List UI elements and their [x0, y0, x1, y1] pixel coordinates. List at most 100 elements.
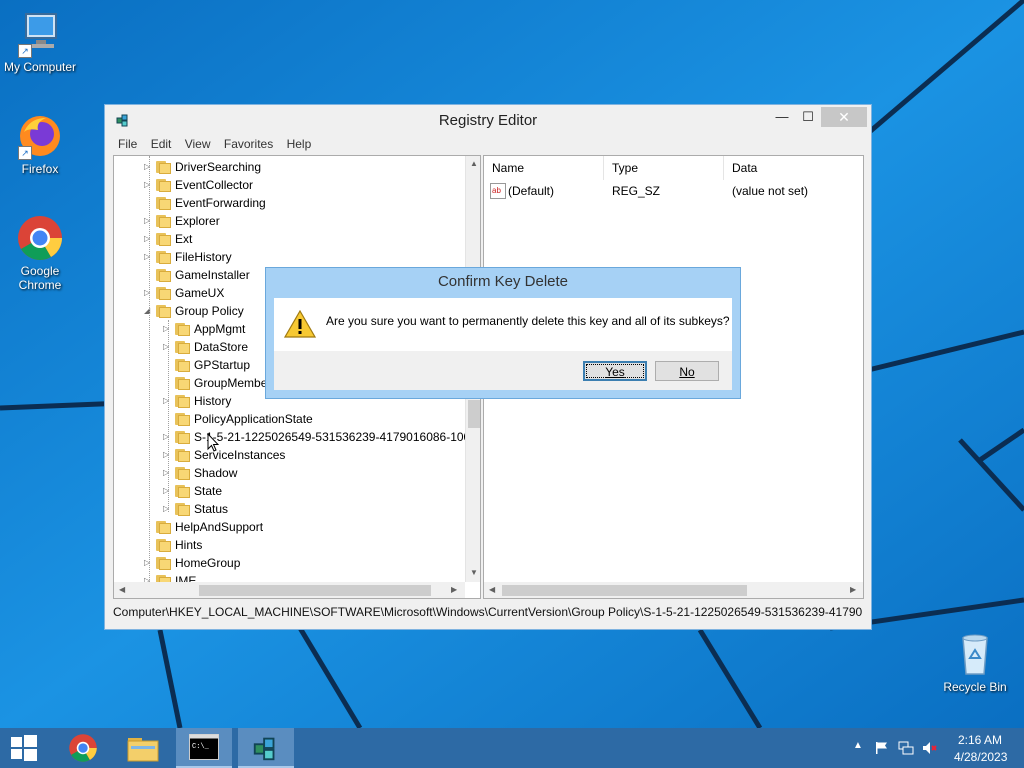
folder-icon: [156, 268, 172, 282]
taskbar: C:\_ ▲ 2:16 AM 4/28/2023: [0, 728, 1024, 768]
scroll-down-arrow-icon[interactable]: ▼: [470, 568, 478, 577]
mouse-cursor-icon: [207, 433, 219, 452]
folder-icon: [175, 466, 191, 480]
maximize-button[interactable]: ☐: [793, 107, 823, 127]
dialog-title: Confirm Key Delete: [437, 273, 569, 290]
yes-button-label: Yes: [605, 365, 625, 379]
chrome-icon: [16, 214, 64, 262]
windows-logo-icon: [11, 735, 37, 761]
folder-icon: [127, 738, 159, 762]
folder-icon: [156, 160, 172, 174]
close-button[interactable]: ✕: [821, 107, 867, 127]
svg-text:C:\_: C:\_: [192, 743, 210, 751]
firefox-icon: ↗: [16, 112, 64, 160]
folder-icon: [175, 502, 191, 516]
desktop-icon-label: My Computer: [3, 60, 77, 74]
column-header-name[interactable]: Name: [484, 156, 604, 180]
column-header-type[interactable]: Type: [604, 156, 724, 180]
tree-item-label: Ext: [175, 232, 193, 246]
value-data: (value not set): [732, 184, 809, 198]
scroll-left-arrow-icon[interactable]: ◀: [489, 585, 495, 594]
folder-icon: [175, 394, 191, 408]
tree-item-label: Explorer: [175, 214, 220, 228]
values-horizontal-scrollbar[interactable]: ◀ ▶: [484, 582, 863, 598]
volume-muted-icon[interactable]: [922, 741, 938, 755]
tree-guide-line: [168, 320, 169, 512]
taskbar-command-prompt[interactable]: C:\_: [176, 728, 232, 768]
taskbar-registry-editor[interactable]: [238, 728, 294, 768]
action-center-flag-icon[interactable]: [875, 741, 889, 755]
desktop-icon-label: Firefox: [21, 162, 59, 176]
tree-item-label: EventCollector: [175, 178, 254, 192]
folder-icon: [156, 304, 172, 318]
folder-icon: [156, 556, 172, 570]
folder-icon: [175, 412, 191, 426]
scroll-right-arrow-icon[interactable]: ▶: [850, 585, 856, 594]
tree-item-label: DataStore: [194, 340, 249, 354]
status-bar-path: Computer\HKEY_LOCAL_MACHINE\SOFTWARE\Mic…: [113, 605, 863, 619]
folder-icon: [175, 430, 191, 444]
folder-icon: [156, 520, 172, 534]
no-button[interactable]: No: [655, 361, 719, 381]
desktop-icon-my-computer[interactable]: ↗ My Computer: [0, 10, 80, 74]
tree-item-label: S-1-5-21-1225026549-531536239-4179016086…: [194, 430, 477, 444]
folder-icon: [156, 232, 172, 246]
dialog-message: Are you sure you want to permanently del…: [326, 314, 730, 328]
tree-item-label: FileHistory: [175, 250, 232, 264]
scroll-left-arrow-icon[interactable]: ◀: [119, 585, 125, 594]
tree-item-label: GameUX: [175, 286, 225, 300]
tree-item-label: GroupMembe: [194, 376, 268, 390]
folder-icon: [175, 376, 191, 390]
menu-help[interactable]: Help: [282, 137, 317, 151]
tree-item-label: HomeGroup: [175, 556, 241, 570]
command-prompt-icon: C:\_: [189, 734, 219, 760]
folder-icon: [156, 250, 172, 264]
tree-item-label: PolicyApplicationState: [194, 412, 313, 426]
taskbar-file-explorer[interactable]: [116, 728, 172, 768]
system-tray: ▲ 2:16 AM 4/28/2023: [850, 728, 1024, 768]
folder-icon: [175, 448, 191, 462]
folder-icon: [156, 538, 172, 552]
menu-edit[interactable]: Edit: [146, 137, 177, 151]
value-name: (Default): [508, 184, 555, 198]
tree-item-label: State: [194, 484, 223, 498]
dialog-body: Are you sure you want to permanently del…: [274, 298, 732, 351]
tree-horizontal-scroll-thumb[interactable]: [199, 585, 431, 596]
desktop-icon-chrome[interactable]: Google Chrome: [0, 214, 80, 292]
yes-button[interactable]: Yes: [583, 361, 647, 381]
tree-item-label: Hints: [175, 538, 203, 552]
confirm-key-delete-dialog: Confirm Key Delete Are you sure you want…: [265, 267, 741, 399]
tree-horizontal-scrollbar[interactable]: ◀ ▶: [114, 582, 465, 598]
chrome-icon: [69, 734, 97, 762]
clock-date[interactable]: 4/28/2023: [954, 750, 1007, 764]
show-hidden-icons-chevron-icon[interactable]: ▲: [853, 740, 863, 751]
taskbar-chrome[interactable]: [56, 728, 112, 768]
values-horizontal-scroll-thumb[interactable]: [502, 585, 747, 596]
tree-vertical-scroll-thumb[interactable]: [468, 400, 480, 428]
folder-icon: [175, 358, 191, 372]
tree-guide-line: [149, 156, 150, 582]
menu-favorites[interactable]: Favorites: [219, 137, 278, 151]
folder-icon: [175, 322, 191, 336]
clock-time[interactable]: 2:16 AM: [958, 733, 1002, 747]
start-button[interactable]: [0, 728, 48, 768]
warning-icon: [283, 309, 317, 338]
column-header-data[interactable]: Data: [724, 156, 863, 180]
regedit-icon: [253, 737, 275, 761]
folder-icon: [156, 214, 172, 228]
window-title: Registry Editor: [438, 112, 538, 129]
tree-item-label: Status: [194, 502, 229, 516]
title-bar[interactable]: Registry Editor — ☐ ✕: [105, 105, 871, 135]
string-value-icon: ab: [490, 182, 506, 200]
desktop-icon-firefox[interactable]: ↗ Firefox: [0, 112, 80, 176]
folder-icon: [156, 178, 172, 192]
tree-item-label: Shadow: [194, 466, 238, 480]
computer-icon: ↗: [16, 10, 64, 58]
scroll-up-arrow-icon[interactable]: ▲: [470, 159, 478, 168]
folder-icon: [156, 196, 172, 210]
menu-view[interactable]: View: [180, 137, 216, 151]
menu-file[interactable]: File: [113, 137, 142, 151]
network-icon[interactable]: [898, 741, 914, 755]
desktop-icon-recycle-bin[interactable]: Recycle Bin: [935, 630, 1015, 694]
scroll-right-arrow-icon[interactable]: ▶: [451, 585, 457, 594]
